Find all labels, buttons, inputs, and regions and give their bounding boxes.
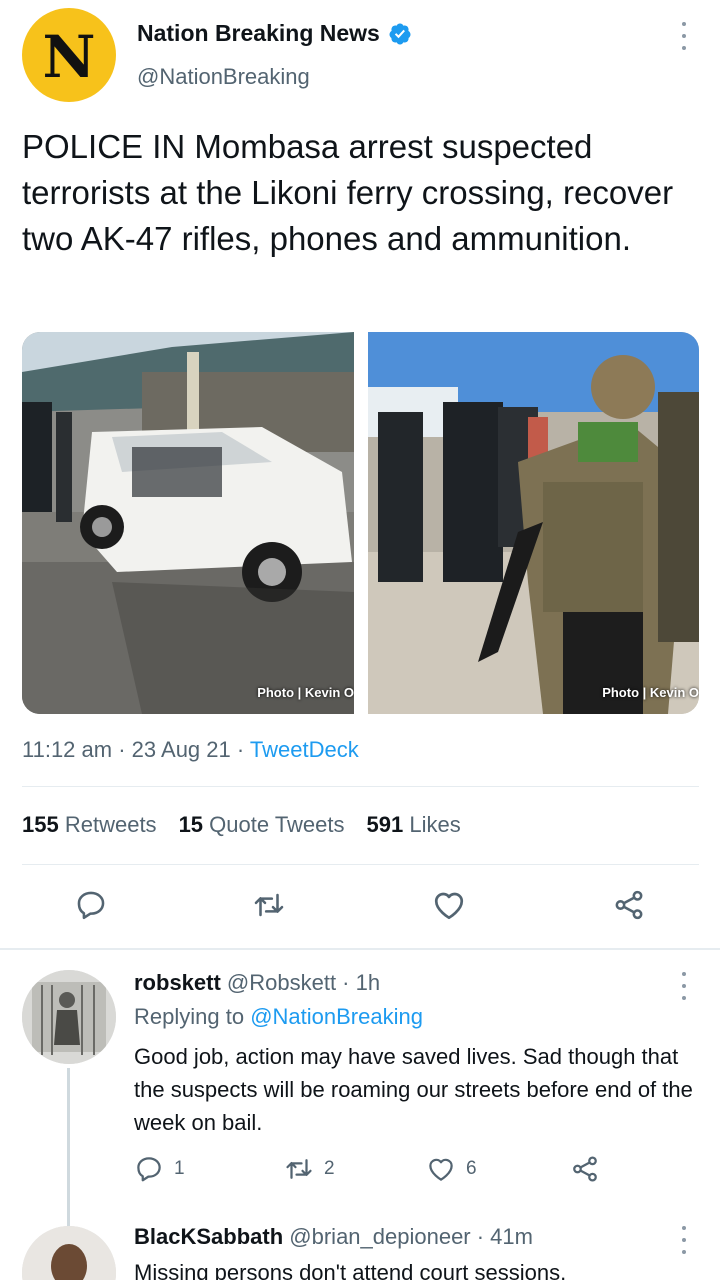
reply-tweet[interactable]: robskett @Robskett · 1h Replying to @Nat…: [0, 960, 720, 1230]
like-icon[interactable]: [429, 885, 469, 925]
tweet-time[interactable]: 11:12 am · 23 Aug 21 ·: [22, 737, 250, 762]
reply-text: Missing persons don't attend court sessi…: [134, 1260, 567, 1280]
reply-icon: [137, 1157, 161, 1182]
reply-author-name[interactable]: robskett: [134, 970, 221, 995]
tweet-stats: 155 Retweets 15 Quote Tweets 591 Likes: [22, 812, 461, 838]
like-icon: [429, 1158, 453, 1181]
avatar-letter: N: [42, 23, 96, 91]
likes-label: Likes: [409, 812, 461, 837]
reply-avatar[interactable]: [22, 1226, 116, 1280]
quotes-count: 15: [178, 812, 204, 837]
photo-credit: Photo | Kevin O: [602, 685, 699, 700]
reply-header: BlacKSabbath @brian_depioneer · 41m: [134, 1224, 533, 1250]
reply-avatar[interactable]: [22, 970, 116, 1064]
verified-badge-icon: [388, 22, 412, 46]
more-vert-icon[interactable]: [678, 22, 690, 50]
tweet-actions: [0, 885, 720, 933]
replying-to-link[interactable]: @NationBreaking: [250, 1004, 423, 1029]
reply-icon[interactable]: [71, 885, 111, 925]
tweet-photo-vehicle[interactable]: Photo | Kevin O: [22, 332, 354, 714]
reply-author-name[interactable]: BlacKSabbath: [134, 1224, 283, 1249]
section-separator: [0, 948, 720, 950]
reply-actions: 1 2 6: [134, 1154, 614, 1186]
reply-share-button[interactable]: [570, 1154, 600, 1184]
author-name[interactable]: Nation Breaking News: [137, 20, 412, 47]
tweet-timestamp: 11:12 am · 23 Aug 21 · TweetDeck: [22, 737, 359, 763]
tweet-source-link[interactable]: TweetDeck: [250, 737, 359, 762]
likes-stat[interactable]: 591 Likes: [367, 812, 461, 838]
likes-count: 591: [366, 812, 404, 837]
officers-photo-illustration: [368, 332, 699, 714]
retweet-count: 2: [324, 1158, 335, 1179]
tweet-text: POLICE IN Mombasa arrest suspected terro…: [22, 128, 674, 257]
reply-retweet-button[interactable]: 2: [284, 1154, 335, 1184]
tweet-header: N Nation Breaking News @NationBreaking: [0, 0, 720, 110]
thread-line: [67, 1068, 70, 1230]
divider: [22, 864, 699, 865]
photo-credit: Photo | Kevin O: [257, 685, 354, 700]
reply-text: Good job, action may have saved lives. S…: [134, 1044, 693, 1135]
author-name-text: Nation Breaking News: [137, 20, 380, 46]
reply-header: robskett @Robskett · 1h: [134, 970, 380, 996]
retweet-icon: [286, 1159, 312, 1179]
replying-to: Replying to @NationBreaking: [134, 1004, 423, 1030]
vehicle-photo-illustration: [22, 332, 354, 714]
share-icon: [573, 1156, 597, 1182]
tweet-media: Photo | Kevin O Photo | Kevin O: [22, 332, 699, 714]
tweet-photo-officers[interactable]: Photo | Kevin O: [368, 332, 699, 714]
reply-count: 1: [174, 1158, 185, 1179]
retweets-stat[interactable]: 155 Retweets: [22, 812, 157, 838]
divider: [22, 786, 699, 787]
share-icon[interactable]: [609, 885, 649, 925]
reply-tweet[interactable]: BlacKSabbath @brian_depioneer · 41m Miss…: [0, 1218, 720, 1280]
like-count: 6: [466, 1158, 477, 1179]
author-handle[interactable]: @NationBreaking: [137, 64, 310, 90]
reply-reply-button[interactable]: 1: [134, 1154, 185, 1184]
author-avatar[interactable]: N: [22, 8, 116, 102]
reply-author-handle[interactable]: @Robskett · 1h: [227, 970, 380, 995]
retweets-label: Retweets: [64, 812, 157, 837]
retweets-count: 155: [22, 812, 59, 837]
reply-like-button[interactable]: 6: [426, 1154, 477, 1184]
replying-prefix: Replying to: [134, 1004, 251, 1029]
quotes-label: Quote Tweets: [209, 812, 345, 837]
reply-author-handle[interactable]: @brian_depioneer · 41m: [289, 1224, 533, 1249]
quotes-stat[interactable]: 15 Quote Tweets: [179, 812, 345, 838]
more-vert-icon[interactable]: [678, 1226, 690, 1254]
more-vert-icon[interactable]: [678, 972, 690, 1000]
retweet-icon[interactable]: [249, 885, 289, 925]
